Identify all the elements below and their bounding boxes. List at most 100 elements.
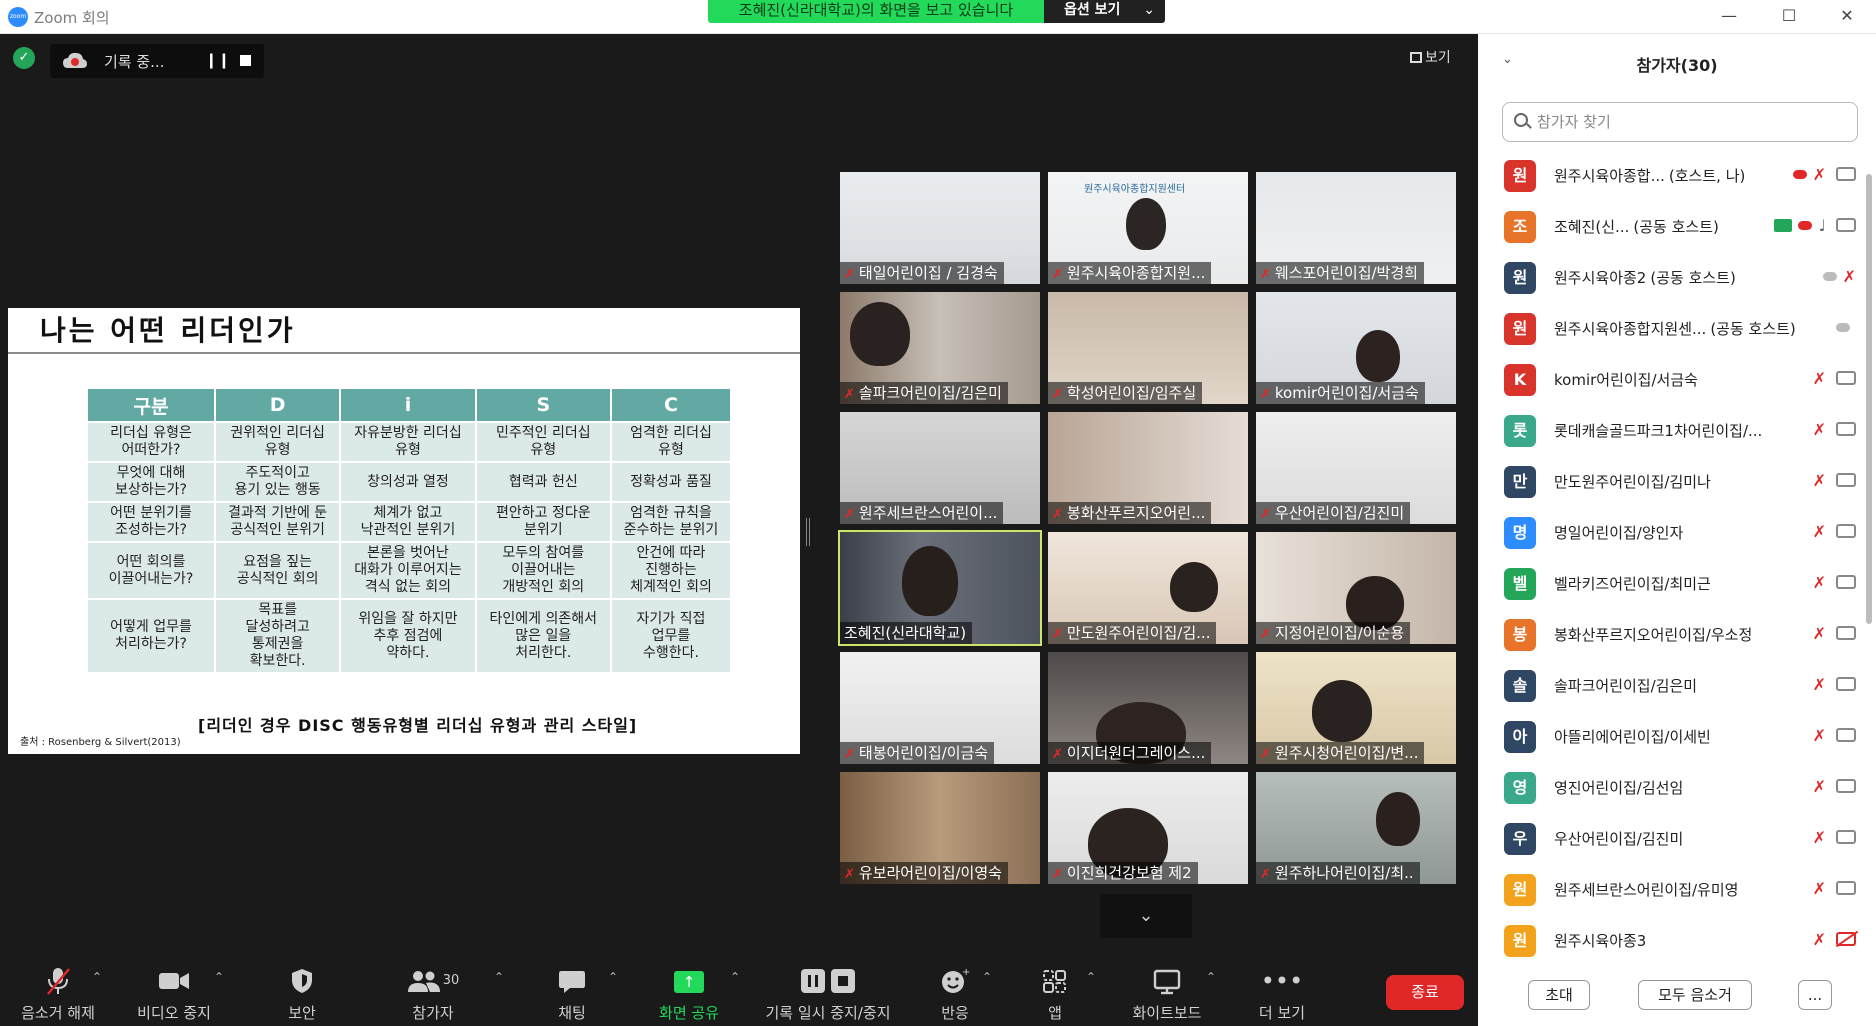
mute-all-button[interactable]: 모두 음소거 [1638, 980, 1752, 1010]
participant-row[interactable]: 롯 롯데캐슬골드파크1차어린이집/... ✗ [1478, 407, 1868, 457]
camera-icon[interactable] [1836, 218, 1856, 232]
participant-row[interactable]: 만 만도원주어린이집/김미나 ✗ [1478, 458, 1868, 508]
mic-muted-icon[interactable]: ✗ [1813, 165, 1826, 184]
maximize-button[interactable]: ☐ [1760, 0, 1818, 30]
pause-recording-icon[interactable]: ❙❙ [205, 51, 230, 69]
video-tile[interactable]: ✗ 웨스포어린이집/박경희 [1256, 172, 1456, 284]
mic-muted-icon[interactable]: ✗ [1813, 930, 1826, 949]
minimize-button[interactable]: — [1700, 0, 1758, 30]
security-button[interactable]: 보안 [272, 966, 332, 1023]
mic-muted-icon[interactable]: ✗ [1813, 726, 1826, 745]
participant-row[interactable]: 원 원주시육아종합... (호스트, 나) ✗ [1478, 152, 1868, 202]
view-options-button[interactable]: 옵션 보기 ⌄ [1044, 0, 1165, 23]
video-tile[interactable]: ✗ 원주세브란스어린이... [840, 412, 1040, 524]
mic-muted-icon[interactable]: ✗ [1813, 369, 1826, 388]
camera-icon[interactable] [1836, 524, 1856, 538]
panel-more-button[interactable]: ... [1798, 980, 1832, 1010]
mic-muted-icon[interactable]: ✗ [1813, 420, 1826, 439]
participant-row[interactable]: 벨 벨라키즈어린이집/최미근 ✗ [1478, 560, 1868, 610]
video-options-caret-icon[interactable]: ⌃ [214, 970, 224, 984]
video-tile[interactable]: ✗ 이지더원더그레이스... [1048, 652, 1248, 764]
mic-muted-icon[interactable]: ✗ [1813, 879, 1826, 898]
invite-button[interactable]: 초대 [1528, 980, 1590, 1010]
participant-row[interactable]: 원 원주세브란스어린이집/유미영 ✗ [1478, 866, 1868, 916]
stop-recording-icon[interactable] [240, 55, 251, 66]
reactions-button[interactable]: + 반응 [930, 966, 980, 1023]
video-tile[interactable]: ✗ 우산어린이집/김진미 [1256, 412, 1456, 524]
participant-row[interactable]: 원 원주시육아종합지원센... (공동 호스트) [1478, 305, 1868, 355]
camera-icon[interactable] [1836, 473, 1856, 487]
chat-caret-icon[interactable]: ⌃ [608, 970, 618, 984]
video-tile[interactable]: ✗ 학성어린이집/임주실 [1048, 292, 1248, 404]
participant-row[interactable]: 우 우산어린이집/김진미 ✗ [1478, 815, 1868, 865]
whiteboard-caret-icon[interactable]: ⌃ [1206, 970, 1216, 984]
participant-row[interactable]: 원 원주시육아종2 (공동 호스트) ✗ [1478, 254, 1868, 304]
stop-video-button[interactable]: 비디오 중지 [130, 966, 218, 1023]
mic-muted-icon[interactable]: ✗ [1813, 675, 1826, 694]
video-tile[interactable]: ✗ 만도원주어린이집/김... [1048, 532, 1248, 644]
participant-search-input[interactable]: 참가자 찾기 [1502, 102, 1858, 142]
apps-button[interactable]: 앱 [1030, 966, 1080, 1023]
participant-row[interactable]: 명 명일어린이집/양인자 ✗ [1478, 509, 1868, 559]
participant-row[interactable]: 아 아뜰리에어린이집/이세빈 ✗ [1478, 713, 1868, 763]
participant-row[interactable]: Kkomir어린이집/서금숙 ✗ [1478, 356, 1868, 406]
camera-icon[interactable] [1836, 881, 1856, 895]
video-tile[interactable]: ✗ 지정어린이집/이순용 [1256, 532, 1456, 644]
participant-list[interactable]: 원 원주시육아종합... (호스트, 나) ✗ 조 조혜진(신... (공동 호스트) ♩ 원 원… [1478, 152, 1876, 967]
video-tile[interactable]: ✗ 원주하나어린이집/최.. [1256, 772, 1456, 884]
mic-muted-icon[interactable]: ✗ [1813, 777, 1826, 796]
end-meeting-button[interactable]: 종료 [1386, 975, 1464, 1010]
participant-list-scrollbar[interactable] [1866, 174, 1872, 624]
video-tile[interactable]: 조혜진(신라대학교) [838, 530, 1042, 646]
camera-icon[interactable] [1836, 422, 1856, 436]
participant-row[interactable]: 솔 솔파크어린이집/김은미 ✗ [1478, 662, 1868, 712]
camera-icon[interactable] [1836, 575, 1856, 589]
participant-row[interactable]: 봉 봉화산푸르지오어린이집/우소정 ✗ [1478, 611, 1868, 661]
camera-icon[interactable] [1836, 371, 1856, 385]
share-screen-button[interactable]: ↑ 화면 공유 [652, 966, 726, 1023]
video-tile[interactable]: 원주시육아종합지원센터 ✗ 원주시육아종합지원... [1048, 172, 1248, 284]
video-tile[interactable]: ✗ 유보라어린이집/이영숙 [840, 772, 1040, 884]
mic-on-icon[interactable]: ♩ [1818, 216, 1826, 235]
participant-row[interactable]: 원 원주시육아종3 ✗ [1478, 917, 1868, 967]
camera-icon[interactable] [1836, 728, 1856, 742]
encryption-shield-icon[interactable]: ✓ [13, 47, 35, 69]
participant-row[interactable]: 조 조혜진(신... (공동 호스트) ♩ [1478, 203, 1868, 253]
mic-muted-icon[interactable]: ✗ [1813, 624, 1826, 643]
mic-muted-icon[interactable]: ✗ [1843, 267, 1856, 286]
video-tile[interactable]: ✗ 원주시청어린이집/변... [1256, 652, 1456, 764]
chat-button[interactable]: 채팅 [542, 966, 602, 1023]
more-button[interactable]: ••• 더 보기 [1250, 966, 1314, 1023]
video-tile[interactable]: ✗ 봉화산푸르지오어린... [1048, 412, 1248, 524]
pause-stop-recording-button[interactable]: 기록 일시 중지/중지 [758, 966, 898, 1023]
close-window-button[interactable]: ✕ [1818, 0, 1876, 30]
camera-icon[interactable] [1836, 167, 1856, 181]
participants-button[interactable]: 30 참가자 [400, 966, 466, 1023]
audio-options-caret-icon[interactable]: ⌃ [92, 970, 102, 984]
participants-caret-icon[interactable]: ⌃ [494, 970, 504, 984]
reactions-caret-icon[interactable]: ⌃ [982, 970, 992, 984]
video-tile[interactable]: ✗ 솔파크어린이집/김은미 [840, 292, 1040, 404]
mic-muted-icon[interactable]: ✗ [1813, 828, 1826, 847]
camera-icon[interactable] [1836, 677, 1856, 691]
camera-off-icon[interactable] [1836, 932, 1856, 946]
camera-icon[interactable] [1836, 779, 1856, 793]
view-button[interactable]: 보기 [1410, 47, 1451, 67]
participants-label: 참가자 [412, 1004, 454, 1022]
mic-muted-icon[interactable]: ✗ [1813, 522, 1826, 541]
unmute-button[interactable]: 음소거 해제 [14, 966, 102, 1023]
share-caret-icon[interactable]: ⌃ [730, 970, 740, 984]
camera-icon[interactable] [1836, 830, 1856, 844]
mic-muted-icon[interactable]: ✗ [1813, 573, 1826, 592]
gallery-scroll-down-button[interactable]: ⌄ [1100, 894, 1192, 938]
mic-muted-icon[interactable]: ✗ [1813, 471, 1826, 490]
split-resize-handle[interactable] [806, 518, 810, 546]
video-tile[interactable]: ✗ 이진희건강보험 제2 [1048, 772, 1248, 884]
video-tile[interactable]: ✗ 태봉어린이집/이금숙 [840, 652, 1040, 764]
video-tile[interactable]: ✗ 태일어린이집 / 김경숙 [840, 172, 1040, 284]
camera-icon[interactable] [1836, 626, 1856, 640]
whiteboard-button[interactable]: 화이트보드 [1124, 966, 1210, 1023]
participant-row[interactable]: 영 영진어린이집/김선임 ✗ [1478, 764, 1868, 814]
apps-caret-icon[interactable]: ⌃ [1086, 970, 1096, 984]
video-tile[interactable]: ✗ komir어린이집/서금숙 [1256, 292, 1456, 404]
